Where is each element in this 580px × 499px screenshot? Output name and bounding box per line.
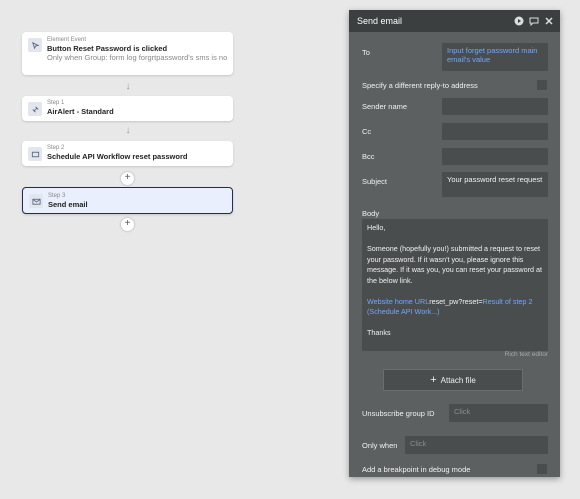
cursor-click-icon — [28, 38, 42, 52]
cc-label: Cc — [362, 127, 372, 136]
panel-header: Send email — [349, 10, 560, 32]
only-when-label: Only when — [362, 441, 398, 450]
event-caption: Element Event — [47, 37, 87, 43]
event-card[interactable]: Element Event Button Reset Password is c… — [22, 32, 233, 75]
reply-to-label: Specify a different reply-to address — [362, 81, 478, 90]
step-3-caption: Step 3 — [48, 193, 66, 199]
arrow-down-icon: ↓ — [125, 81, 131, 92]
step-card-1[interactable]: Step 1 AirAlert - Standard — [22, 96, 233, 121]
body-closing: Thanks — [367, 328, 391, 337]
sender-name-label: Sender name — [362, 102, 408, 111]
arrow-down-icon: ↓ — [125, 125, 131, 136]
sender-name-field[interactable] — [442, 98, 548, 115]
attach-file-label: Attach file — [440, 375, 476, 385]
event-title: Button Reset Password is clicked — [47, 44, 168, 53]
play-icon[interactable] — [514, 16, 524, 26]
reply-to-checkbox[interactable] — [537, 80, 547, 90]
to-label: To — [362, 48, 370, 57]
close-icon[interactable] — [544, 16, 554, 26]
plus-icon: + — [430, 373, 437, 386]
step-card-2[interactable]: Step 2 Schedule API Workflow reset passw… — [22, 141, 233, 166]
unsubscribe-group-label: Unsubscribe group ID — [362, 409, 435, 418]
panel-title: Send email — [357, 16, 403, 26]
step-2-caption: Step 2 — [47, 145, 65, 151]
body-label: Body — [362, 209, 380, 218]
api-icon — [28, 147, 42, 161]
body-paragraph: Someone (hopefully you!) submitted a req… — [367, 244, 542, 285]
add-step-button[interactable]: + — [121, 172, 134, 185]
step-1-title: AirAlert - Standard — [47, 107, 114, 116]
body-greeting: Hello, — [367, 223, 386, 232]
rich-text-editor-link[interactable]: Rich text editor — [349, 351, 548, 358]
body-editor[interactable]: Hello, Someone (hopefully you!) submitte… — [362, 219, 548, 351]
cc-field[interactable] — [442, 123, 548, 140]
website-url-token[interactable]: Website home URL — [367, 297, 429, 306]
step-1-caption: Step 1 — [47, 100, 65, 106]
step-card-3[interactable]: Step 3 Send email — [22, 187, 233, 214]
step-2-title: Schedule API Workflow reset password — [47, 152, 188, 161]
step-3-title: Send email — [48, 200, 88, 209]
breakpoint-checkbox[interactable] — [537, 464, 547, 474]
breakpoint-label: Add a breakpoint in debug mode — [362, 465, 471, 474]
subject-field[interactable]: Your password reset request — [442, 172, 548, 197]
email-icon — [29, 194, 43, 208]
bcc-field[interactable] — [442, 148, 548, 165]
plug-icon — [28, 102, 42, 116]
comment-icon[interactable] — [529, 16, 539, 26]
unsubscribe-group-field[interactable]: Click — [449, 404, 548, 422]
subject-label: Subject — [362, 177, 388, 186]
add-step-button[interactable]: + — [121, 218, 134, 231]
to-field[interactable]: Input forget password main email's value — [442, 43, 548, 71]
event-condition: Only when Group: form log forgrtpassword… — [47, 53, 228, 62]
reset-path-text: reset_pw?reset= — [429, 296, 483, 306]
attach-file-button[interactable]: + Attach file — [383, 369, 523, 391]
only-when-field[interactable]: Click — [405, 436, 548, 454]
send-email-panel: Send email To Input forget password main… — [349, 10, 560, 477]
body-reset-link: Website home URLreset_pw?reset=Result of… — [367, 297, 543, 318]
bcc-label: Bcc — [362, 152, 375, 161]
